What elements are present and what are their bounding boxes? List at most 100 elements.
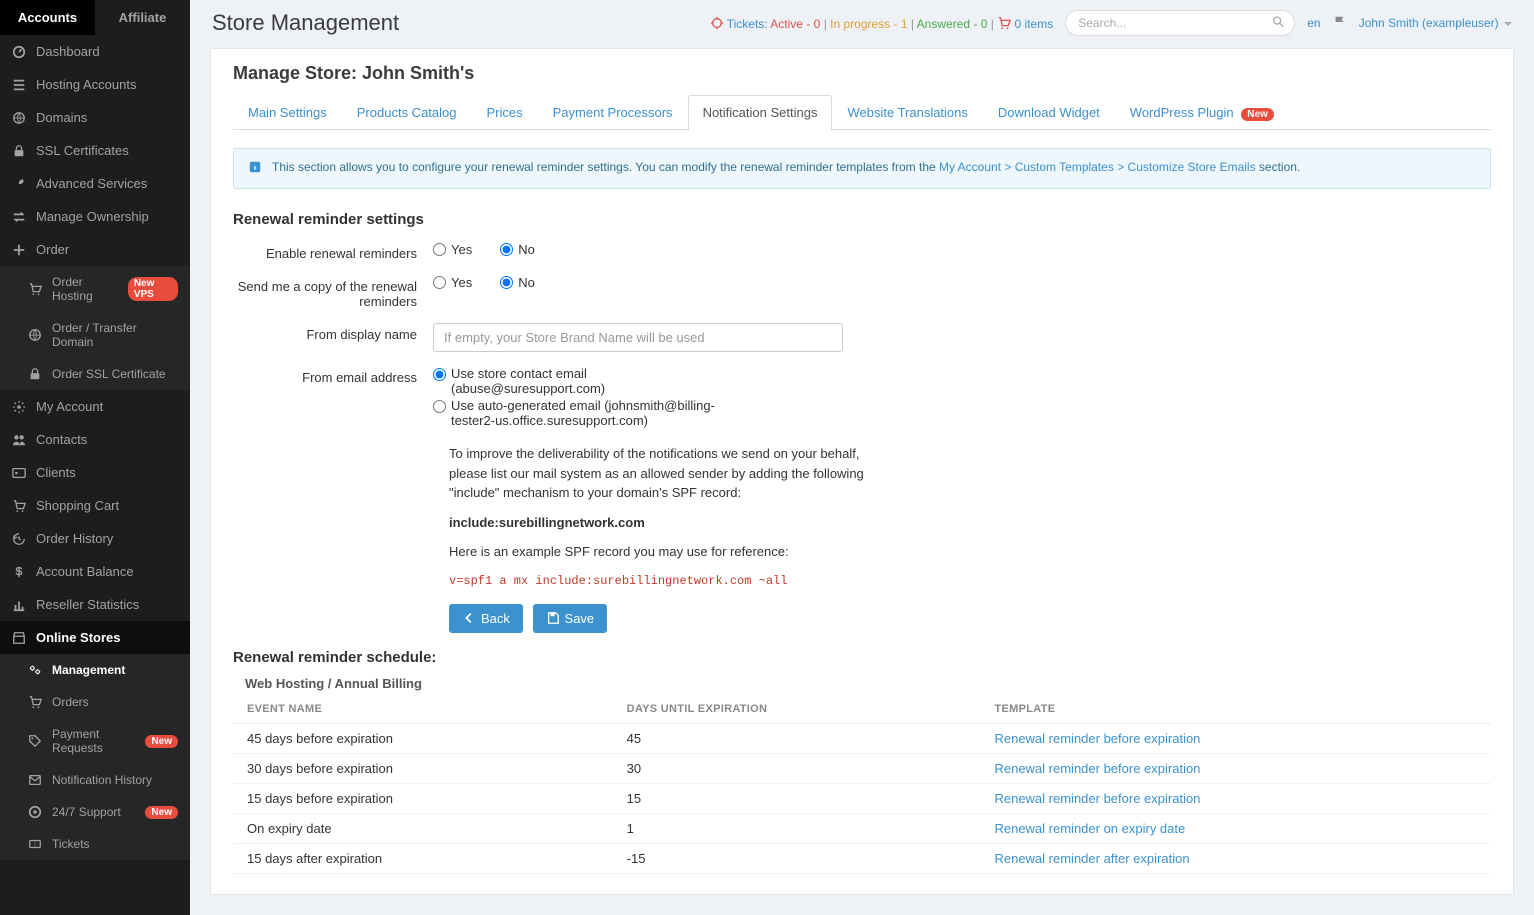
template-link[interactable]: Renewal reminder before expiration: [980, 723, 1491, 753]
enable-label: Enable renewal reminders: [233, 242, 433, 261]
tab-main-settings[interactable]: Main Settings: [233, 95, 342, 130]
sidebar-item-management[interactable]: Management: [0, 654, 190, 686]
sidebar-tab-accounts[interactable]: Accounts: [0, 0, 95, 35]
history-icon: [12, 532, 26, 546]
event-cell: 30 days before expiration: [233, 753, 613, 783]
sidebar-item-payment-requests[interactable]: Payment RequestsNew: [0, 718, 190, 764]
cart-icon: [28, 282, 42, 296]
schedule-heading: Renewal reminder schedule:: [233, 649, 1491, 666]
schedule-table: EVENT NAMEDAYS UNTIL EXPIRATIONTEMPLATE …: [233, 695, 1491, 874]
copy-label: Send me a copy of the renewal reminders: [233, 275, 433, 309]
sidebar-item-label: Contacts: [36, 432, 87, 447]
cart-link[interactable]: 0 items: [997, 17, 1053, 31]
cart-icon: [28, 695, 42, 709]
from-email-label: From email address: [233, 366, 433, 385]
template-link[interactable]: Renewal reminder before expiration: [980, 783, 1491, 813]
sidebar-item-dashboard[interactable]: Dashboard: [0, 35, 190, 68]
col-header: DAYS UNTIL EXPIRATION: [613, 695, 981, 724]
globe-icon: [12, 111, 26, 125]
display-name-input[interactable]: [433, 323, 843, 352]
sidebar-item-manage-ownership[interactable]: Manage Ownership: [0, 200, 190, 233]
spf-example: v=spf1 a mx include:surebillingnetwork.c…: [449, 572, 869, 590]
sidebar-item-label: Online Stores: [36, 630, 121, 645]
back-button[interactable]: Back: [449, 604, 523, 633]
event-cell: 45 days before expiration: [233, 723, 613, 753]
sidebar-item-order-ssl-certificate[interactable]: Order SSL Certificate: [0, 358, 190, 390]
event-cell: 15 days after expiration: [233, 843, 613, 873]
sidebar-item-ssl-certificates[interactable]: SSL Certificates: [0, 134, 190, 167]
sidebar-item-label: Advanced Services: [36, 176, 147, 191]
reminder-settings-heading: Renewal reminder settings: [233, 211, 1491, 228]
sidebar-item-label: Dashboard: [36, 44, 100, 59]
main: Store Management Tickets: Active - 0 | I…: [190, 0, 1534, 915]
sidebar-badge: New: [145, 735, 178, 748]
lock-icon: [28, 367, 42, 381]
search-input[interactable]: [1065, 10, 1295, 36]
from-email-store[interactable]: Use store contact email (abuse@suresuppo…: [433, 366, 733, 396]
sidebar-item-reseller-statistics[interactable]: Reseller Statistics: [0, 588, 190, 621]
enable-no[interactable]: No: [500, 242, 535, 257]
sidebar-online-stores[interactable]: Online Stores: [0, 621, 190, 654]
template-link[interactable]: Renewal reminder after expiration: [980, 843, 1491, 873]
tab-payment-processors[interactable]: Payment Processors: [538, 95, 688, 130]
sidebar-item-label: Shopping Cart: [36, 498, 119, 513]
tab-prices[interactable]: Prices: [472, 95, 538, 130]
sidebar-item-label: Hosting Accounts: [36, 77, 136, 92]
sidebar-item-clients[interactable]: Clients: [0, 456, 190, 489]
sidebar-item-notification-history[interactable]: Notification History: [0, 764, 190, 796]
gears-icon: [28, 663, 42, 677]
list-icon: [12, 78, 26, 92]
mail-icon: [28, 773, 42, 787]
days-cell: 1: [613, 813, 981, 843]
tab-download-widget[interactable]: Download Widget: [983, 95, 1115, 130]
wrench-icon: [12, 177, 26, 191]
sidebar-item-order[interactable]: Order: [0, 233, 190, 266]
lang-switch[interactable]: en: [1307, 16, 1320, 30]
users-icon: [12, 433, 26, 447]
user-menu[interactable]: John Smith (exampleuser): [1359, 16, 1512, 30]
copy-yes[interactable]: Yes: [433, 275, 472, 290]
tab-notification-settings[interactable]: Notification Settings: [688, 95, 833, 130]
sidebar-item-shopping-cart[interactable]: Shopping Cart: [0, 489, 190, 522]
tab-wordpress-plugin[interactable]: WordPress Plugin New: [1115, 95, 1289, 130]
tab-website-translations[interactable]: Website Translations: [832, 95, 982, 130]
sidebar-item-label: Order History: [36, 531, 113, 546]
sidebar-item-24-7-support[interactable]: 24/7 SupportNew: [0, 796, 190, 828]
from-email-auto[interactable]: Use auto-generated email (johnsmith@bill…: [433, 398, 733, 428]
sidebar-item-label: Tickets: [52, 837, 90, 851]
schedule-group: Web Hosting / Annual Billing: [245, 676, 1491, 691]
copy-no[interactable]: No: [500, 275, 535, 290]
sidebar-item-hosting-accounts[interactable]: Hosting Accounts: [0, 68, 190, 101]
enable-yes[interactable]: Yes: [433, 242, 472, 257]
days-cell: 30: [613, 753, 981, 783]
dashboard-icon: [12, 45, 26, 59]
sidebar-item-label: Orders: [52, 695, 89, 709]
sidebar-item-label: Domains: [36, 110, 87, 125]
sidebar-item-domains[interactable]: Domains: [0, 101, 190, 134]
sidebar-item-order-hosting[interactable]: Order HostingNew VPS: [0, 266, 190, 312]
sidebar-item-advanced-services[interactable]: Advanced Services: [0, 167, 190, 200]
custom-templates-link[interactable]: My Account > Custom Templates > Customiz…: [939, 160, 1256, 174]
sidebar-item-order-transfer-domain[interactable]: Order / Transfer Domain: [0, 312, 190, 358]
info-icon: [248, 160, 262, 177]
sidebar-item-my-account[interactable]: My Account: [0, 390, 190, 423]
tab-products-catalog[interactable]: Products Catalog: [342, 95, 472, 130]
sidebar-item-order-history[interactable]: Order History: [0, 522, 190, 555]
template-link[interactable]: Renewal reminder on expiry date: [980, 813, 1491, 843]
sidebar-item-label: Reseller Statistics: [36, 597, 139, 612]
sidebar-item-contacts[interactable]: Contacts: [0, 423, 190, 456]
sidebar-tab-affiliate[interactable]: Affiliate: [95, 0, 190, 35]
table-row: 15 days before expiration15Renewal remin…: [233, 783, 1491, 813]
sidebar-item-orders[interactable]: Orders: [0, 686, 190, 718]
sidebar-item-label: Order SSL Certificate: [52, 367, 166, 381]
sidebar: Accounts Affiliate Dashboard Hosting Acco…: [0, 0, 190, 915]
sidebar-item-label: Management: [52, 663, 125, 677]
dollar-icon: [12, 565, 26, 579]
save-button[interactable]: Save: [533, 604, 608, 633]
sidebar-item-account-balance[interactable]: Account Balance: [0, 555, 190, 588]
sidebar-badge: New VPS: [128, 277, 178, 301]
template-link[interactable]: Renewal reminder before expiration: [980, 753, 1491, 783]
tabs: Main SettingsProducts CatalogPricesPayme…: [233, 94, 1491, 130]
swap-icon: [12, 210, 26, 224]
tickets-link[interactable]: Tickets:: [727, 17, 768, 31]
